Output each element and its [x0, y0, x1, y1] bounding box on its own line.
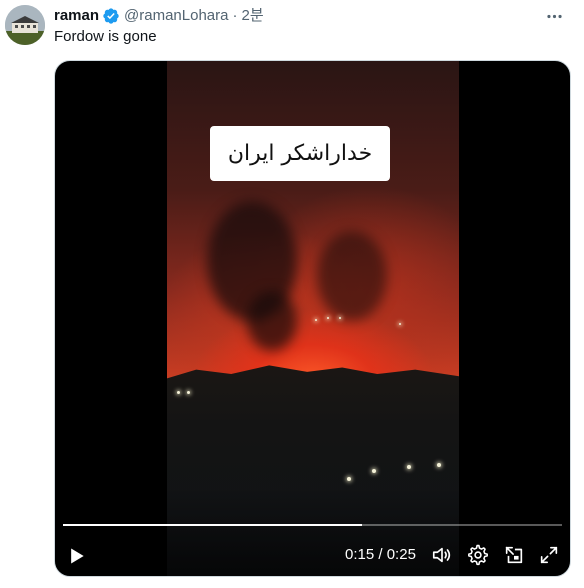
video-progress-fill	[63, 524, 363, 526]
avatar-image	[5, 5, 45, 45]
smoke-plume	[247, 291, 297, 351]
street-light	[315, 319, 317, 321]
time-separator: /	[378, 546, 383, 563]
volume-icon[interactable]	[430, 543, 454, 567]
tweet: raman @ramanLohara · 2분 Fordow is gone خ…	[0, 0, 584, 588]
video-progress-bar[interactable]	[63, 524, 562, 526]
street-light	[407, 465, 411, 469]
tweet-timestamp[interactable]: 2분	[241, 6, 263, 26]
gear-icon[interactable]	[466, 543, 490, 567]
verified-badge-icon[interactable]	[102, 7, 120, 25]
street-light	[372, 469, 376, 473]
smoke-plume	[317, 231, 387, 321]
street-light	[347, 477, 351, 481]
street-light	[187, 391, 190, 394]
user-handle[interactable]: @ramanLohara	[124, 6, 228, 26]
street-light	[339, 317, 341, 319]
controls-gradient	[55, 486, 570, 576]
video-time-readout: 0:15 / 0:25	[345, 545, 416, 565]
street-light	[177, 391, 180, 394]
tweet-header: raman @ramanLohara · 2분	[54, 6, 264, 26]
street-light	[327, 317, 329, 319]
tweet-text: Fordow is gone	[54, 28, 157, 45]
video-caption-overlay: خداراشکر ایران	[210, 126, 390, 181]
avatar[interactable]	[5, 5, 45, 45]
street-light	[399, 323, 401, 325]
more-options-icon[interactable]	[544, 6, 564, 26]
video-player[interactable]: خداراشکر ایران 0:15 / 0:25	[54, 60, 571, 577]
duration: 0:25	[386, 546, 416, 563]
play-icon[interactable]	[65, 544, 89, 568]
street-light	[437, 463, 441, 467]
header-separator: ·	[232, 7, 238, 24]
picture-in-picture-icon[interactable]	[502, 543, 526, 567]
current-time: 0:15	[345, 546, 375, 563]
display-name[interactable]: raman	[54, 6, 99, 26]
fullscreen-icon[interactable]	[537, 543, 561, 567]
